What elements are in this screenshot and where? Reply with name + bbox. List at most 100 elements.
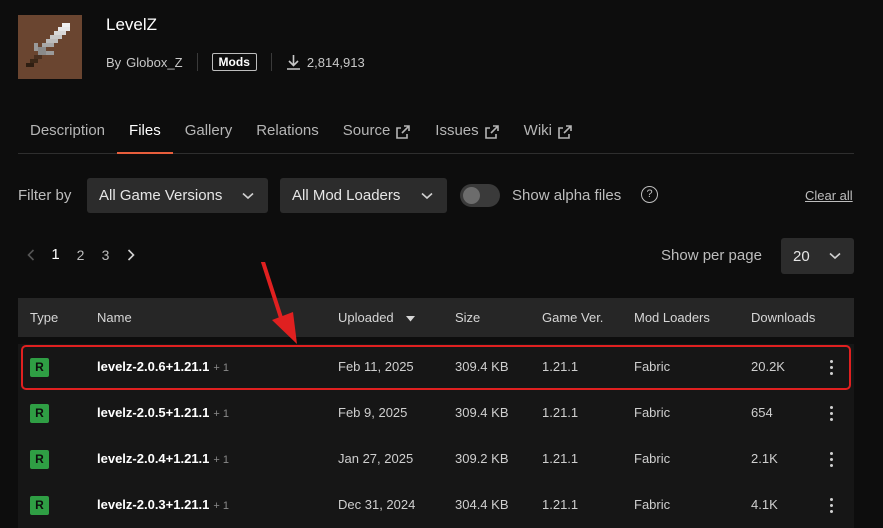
loader-cell: Fabric	[634, 405, 671, 420]
page: LevelZ By Globox_Z Mods 2,814,913 Descri…	[0, 0, 883, 528]
next-page-button[interactable]	[118, 248, 143, 261]
type-cell: R	[30, 390, 49, 436]
loader-cell: Fabric	[634, 497, 671, 512]
divider	[270, 53, 272, 71]
sword-icon	[18, 15, 82, 79]
tab-label: Issues	[435, 122, 479, 139]
file-name: levelz-2.0.5+1.21.1	[97, 405, 210, 420]
uploaded-cell: Feb 11, 2025	[338, 359, 414, 374]
release-badge: R	[30, 404, 49, 424]
downloads-cell: 654	[751, 405, 773, 420]
alpha-files-label: Show alpha files	[512, 187, 622, 204]
uploaded-cell: Feb 9, 2025	[338, 405, 408, 420]
category-badge[interactable]: Mods	[211, 53, 257, 71]
external-link-icon	[558, 125, 572, 139]
release-badge: R	[30, 496, 49, 516]
name-cell[interactable]: levelz-2.0.6+1.21.1 + 1	[97, 344, 229, 391]
help-icon[interactable]: ?	[641, 186, 658, 203]
tab-source[interactable]: Source	[331, 114, 424, 153]
size-cell: 309.4 KB	[455, 405, 509, 420]
tab-gallery[interactable]: Gallery	[173, 114, 245, 153]
tab-label: Files	[129, 122, 161, 139]
more-vertical-icon	[830, 406, 833, 422]
page-2[interactable]: 2	[68, 247, 93, 263]
alpha-files-toggle[interactable]	[460, 184, 500, 207]
project-logo	[18, 15, 82, 79]
game-versions-dropdown[interactable]: All Game Versions	[87, 178, 268, 213]
tab-label: Description	[30, 122, 106, 139]
header-type: Type	[30, 310, 59, 325]
game-ver-cell: 1.21.1	[542, 451, 579, 466]
name-cell[interactable]: levelz-2.0.5+1.21.1 + 1	[97, 390, 229, 437]
header-game-ver[interactable]: Game Ver.	[542, 298, 603, 337]
type-cell: R	[30, 482, 49, 528]
more-vertical-icon	[830, 452, 833, 468]
downloads-cell: 4.1K	[751, 497, 778, 512]
row-menu-button[interactable]	[830, 390, 842, 436]
divider	[196, 53, 198, 71]
page-3[interactable]: 3	[93, 247, 118, 263]
loader-cell: Fabric	[634, 359, 671, 374]
author-link[interactable]: Globox_Z	[126, 55, 182, 70]
header-downloads[interactable]: Downloads	[751, 298, 815, 337]
header-uploaded[interactable]: Uploaded	[338, 298, 416, 337]
tab-label: Relations	[256, 122, 319, 139]
game-ver-cell: 1.21.1	[542, 359, 579, 374]
toggle-knob	[463, 187, 480, 204]
page-1[interactable]: 1	[43, 246, 68, 263]
project-title: LevelZ	[106, 15, 158, 34]
tab-wiki[interactable]: Wiki	[512, 114, 585, 153]
project-meta: By Globox_Z Mods 2,814,913	[106, 53, 365, 71]
more-vertical-icon	[830, 360, 833, 376]
game-versions-value: All Game Versions	[99, 187, 223, 204]
download-icon	[286, 55, 300, 70]
tab-relations[interactable]: Relations	[244, 114, 331, 153]
table-row[interactable]: R levelz-2.0.3+1.21.1 + 1 Dec 31, 2024 30…	[18, 482, 854, 528]
download-count-value: 2,814,913	[306, 54, 365, 70]
table-row[interactable]: R levelz-2.0.5+1.21.1 + 1 Feb 9, 2025 309…	[18, 390, 854, 436]
tab-description[interactable]: Description	[18, 114, 117, 153]
table-row[interactable]: R levelz-2.0.6+1.21.1 + 1 Feb 11, 2025 30…	[18, 344, 854, 390]
tab-files[interactable]: Files	[117, 114, 173, 154]
file-name: levelz-2.0.3+1.21.1	[97, 497, 210, 512]
mod-loaders-dropdown[interactable]: All Mod Loaders	[280, 178, 447, 213]
row-menu-button[interactable]	[830, 436, 842, 482]
row-menu-button[interactable]	[830, 482, 842, 528]
header-mod-loaders[interactable]: Mod Loaders	[634, 298, 710, 337]
release-badge: R	[30, 358, 49, 378]
by-label: By	[106, 54, 122, 70]
chevron-down-icon	[829, 252, 841, 260]
table-row[interactable]: R levelz-2.0.4+1.21.1 + 1 Jan 27, 2025 30…	[18, 436, 854, 482]
prev-page-button[interactable]	[18, 248, 43, 261]
chevron-down-icon	[421, 192, 433, 199]
type-cell: R	[30, 436, 49, 482]
extra-versions: + 1	[213, 500, 230, 512]
files-table-header: Type Name Uploaded Size Game Ver. Mod Lo…	[18, 298, 854, 337]
uploaded-cell: Dec 31, 2024	[338, 497, 416, 512]
header-size[interactable]: Size	[455, 298, 480, 337]
size-cell: 309.4 KB	[455, 359, 509, 374]
tab-label: Gallery	[184, 122, 233, 139]
external-link-icon	[396, 125, 411, 139]
release-badge: R	[30, 450, 49, 470]
clear-all-link[interactable]: Clear all	[805, 188, 853, 203]
per-page-label: Show per page	[661, 247, 762, 264]
loader-cell: Fabric	[634, 451, 671, 466]
external-link-icon	[484, 125, 499, 139]
tab-issues[interactable]: Issues	[423, 114, 511, 153]
name-cell[interactable]: levelz-2.0.3+1.21.1 + 1	[97, 482, 229, 528]
sort-desc-icon	[406, 316, 416, 322]
row-menu-button[interactable]	[830, 344, 842, 390]
downloads-cell: 2.1K	[751, 451, 778, 466]
per-page-dropdown[interactable]: 20	[781, 238, 854, 274]
type-cell: R	[30, 344, 49, 390]
project-tabs: Description Files Gallery Relations Sour…	[18, 114, 854, 154]
game-ver-cell: 1.21.1	[542, 405, 579, 420]
filter-label: Filter by	[18, 187, 72, 204]
annotation-arrow-icon	[261, 262, 297, 344]
size-cell: 309.2 KB	[455, 451, 509, 466]
header-uploaded-label: Uploaded	[338, 310, 394, 325]
header-name[interactable]: Name	[97, 298, 132, 337]
name-cell[interactable]: levelz-2.0.4+1.21.1 + 1	[97, 436, 229, 483]
extra-versions: + 1	[213, 454, 230, 466]
